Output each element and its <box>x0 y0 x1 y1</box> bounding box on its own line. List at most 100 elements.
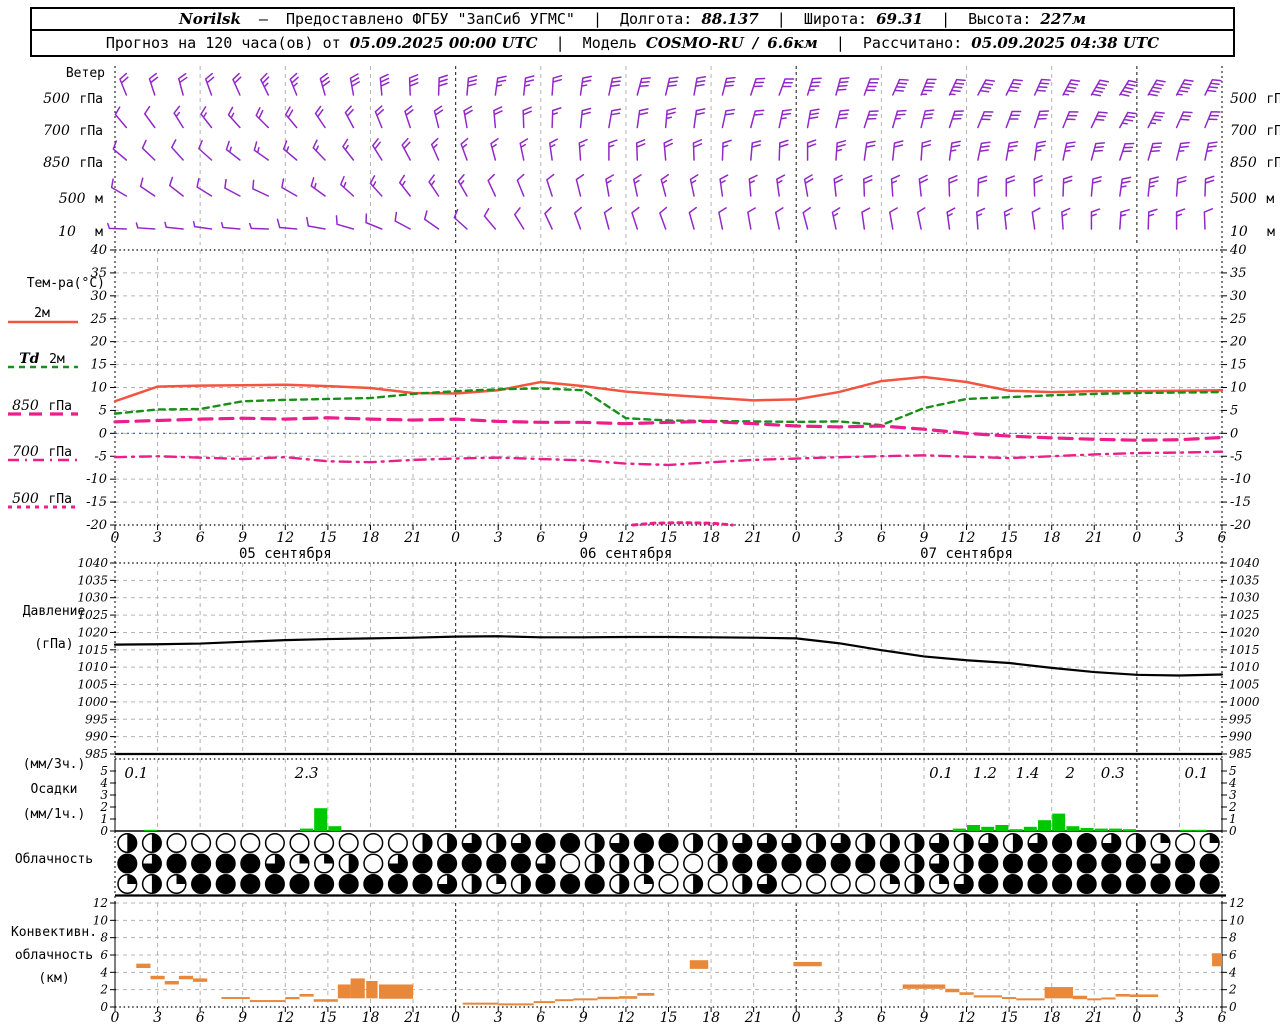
cloud-cover-fill <box>643 874 654 884</box>
hour-label: 9 <box>238 530 247 546</box>
wind-barb <box>1175 175 1187 197</box>
cloud-cover-symbol <box>437 853 458 874</box>
cloud-cover-symbol <box>658 832 679 854</box>
wind-barb <box>168 176 184 197</box>
precip-ytick-left: 2 <box>99 800 108 814</box>
cloud-cover-symbol <box>1175 832 1196 854</box>
cloud-cover-fill <box>447 833 457 853</box>
precip-ytick-right: 5 <box>1229 764 1237 778</box>
hour-label-bottom: 3 <box>494 1010 503 1024</box>
hour-label: 12 <box>617 530 635 546</box>
temp-ytick-left: 30 <box>90 289 107 304</box>
cloud-cover-symbol <box>338 873 359 895</box>
convective-ytick-right: 12 <box>1229 896 1244 910</box>
hour-label: 0 <box>1132 530 1141 546</box>
wind-barb <box>863 175 873 197</box>
hour-label-bottom: 6 <box>877 1010 886 1024</box>
convective-cloud-bar <box>337 984 351 999</box>
hour-label-bottom: 18 <box>702 1010 720 1024</box>
precip-3h-label: 1.2 <box>973 764 997 782</box>
hour-label: 9 <box>579 530 588 546</box>
convective-ytick-right: 8 <box>1229 931 1237 945</box>
cloud-cover-symbol <box>781 873 802 895</box>
wind-barb <box>551 74 563 96</box>
cloud-cover-fill <box>619 874 629 894</box>
wind-barb <box>636 77 651 96</box>
hour-label-bottom: 21 <box>403 1010 422 1024</box>
wind-barb <box>721 76 736 96</box>
wind-barb <box>1175 141 1190 161</box>
wind-barb <box>1062 110 1079 129</box>
hour-label-bottom: 21 <box>744 1010 763 1024</box>
meteogram-page: { "header": { "row1": { "station": "Nori… <box>0 0 1280 1024</box>
wind-barb <box>1119 142 1135 161</box>
wind-barb <box>806 139 817 161</box>
convective-cloud-bar <box>136 963 151 968</box>
temp-ytick-right: 40 <box>1229 243 1247 258</box>
wind-barb <box>453 208 468 230</box>
wind-barb <box>806 77 822 96</box>
cloud-cover-symbol <box>855 873 876 895</box>
cloud-cover-fill <box>151 833 162 853</box>
wind-barb <box>863 78 880 96</box>
wind-barb <box>748 174 758 197</box>
wind-barb <box>433 105 444 129</box>
cloud-cover-symbol <box>560 873 581 895</box>
convective-cloud-bar <box>1016 998 1045 1001</box>
cloud-cover-fill <box>127 874 137 884</box>
pressure-ytick-left: 1005 <box>77 678 108 692</box>
precip-ytick-left: 5 <box>100 764 108 778</box>
cloud-cover-symbol <box>1052 873 1073 895</box>
wind-barb <box>1061 207 1071 230</box>
precip-bar <box>1194 829 1208 831</box>
convective-ytick-left: 12 <box>93 896 108 910</box>
hour-label: 0 <box>451 530 460 546</box>
cloud-cover-fill <box>1160 833 1170 843</box>
convective-cloud-bar <box>178 975 194 980</box>
wind-barb <box>428 174 440 197</box>
wind-barb <box>460 137 469 161</box>
hour-label: 3 <box>1175 530 1184 546</box>
wind-barb <box>977 79 996 96</box>
hour-label: 15 <box>1000 530 1018 546</box>
cloud-cover-fill <box>693 874 703 894</box>
cloud-cover-fill <box>1012 833 1023 853</box>
cloud-cover-fill <box>1135 833 1146 853</box>
cloud-cover-symbol <box>264 873 285 895</box>
wind-barb <box>423 210 440 230</box>
pressure-ytick-right: 995 <box>1229 712 1252 726</box>
wind-barb <box>719 174 729 197</box>
wind-barb <box>1147 142 1163 161</box>
precip-ytick-left: 1 <box>100 812 108 826</box>
wind-barb <box>975 207 986 230</box>
wind-barb <box>398 174 411 197</box>
wind-barb <box>513 207 525 230</box>
hour-label: 18 <box>702 530 720 546</box>
cloud-cover-symbol <box>166 853 187 874</box>
cloud-cover-symbol <box>560 832 581 854</box>
wind-barb <box>1119 79 1138 97</box>
wind-barb <box>946 207 956 230</box>
wind-barb <box>1204 78 1222 96</box>
temp-ytick-right: -10 <box>1230 472 1251 487</box>
cloud-cover-fill <box>471 874 481 894</box>
wind-barb <box>861 207 871 230</box>
hour-label-bottom: 0 <box>111 1010 120 1024</box>
wind-barb <box>1062 175 1073 197</box>
wind-barb <box>721 139 732 161</box>
cloud-cover-symbol <box>1175 873 1196 895</box>
wind-barb <box>663 138 673 161</box>
hour-label-bottom: 6 <box>1218 1010 1227 1024</box>
cloud-cover-symbol <box>1002 873 1023 895</box>
temp-ytick-right: -5 <box>1230 449 1243 464</box>
wind-barb <box>659 206 668 230</box>
cloud-cover-symbol <box>806 853 827 874</box>
wind-barb <box>483 207 497 230</box>
hour-label: 15 <box>319 530 337 546</box>
wind-barb <box>863 110 879 129</box>
wind-barb <box>319 72 331 96</box>
cloud-cover-symbol <box>264 832 285 854</box>
convective-cloud-bar <box>554 999 574 1002</box>
wind-barb <box>835 77 850 96</box>
convective-ytick-right: 10 <box>1229 913 1245 927</box>
